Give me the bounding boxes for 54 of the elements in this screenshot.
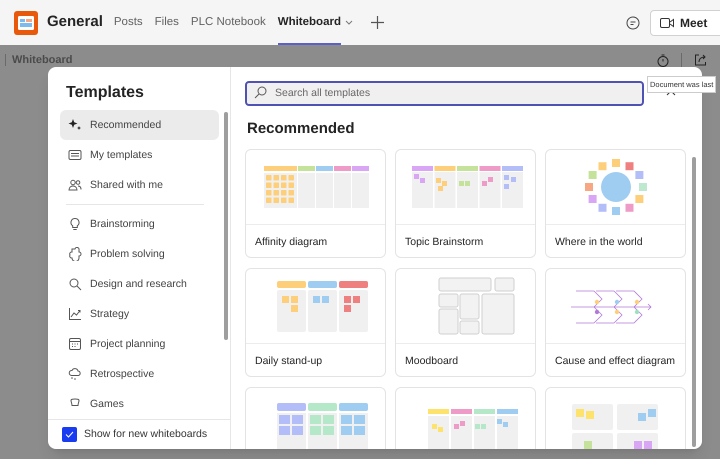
card-title: Cause and effect diagram <box>554 354 676 368</box>
checkbox-label: Show for new whiteboards <box>84 426 208 442</box>
template-card[interactable]: Daily stand-up <box>245 268 386 376</box>
timer-icon[interactable] <box>657 54 669 66</box>
search-icon <box>254 86 267 99</box>
template-card[interactable]: Topic Brainstorm <box>395 148 536 258</box>
card-title: Where in the world <box>554 234 644 250</box>
sidebar-item[interactable]: Project planning <box>60 329 219 360</box>
sidebar-item[interactable]: Retrospective <box>60 359 219 390</box>
channel-tab[interactable]: Posts <box>114 0 143 45</box>
sidebar-item[interactable]: Games <box>60 389 219 420</box>
sidebar-item[interactable]: Design and research <box>60 269 219 300</box>
card-title: Daily stand-up <box>254 354 324 368</box>
whiteboard-title: Whiteboard <box>12 52 72 68</box>
chat-bubble-icon[interactable] <box>626 16 640 30</box>
search-field[interactable]: Search all templates <box>245 80 644 106</box>
video-camera-icon <box>660 18 674 28</box>
puzzle-icon <box>68 247 82 262</box>
template-card[interactable]: Where in the world <box>545 148 686 258</box>
card-title: Affinity diagram <box>254 234 328 250</box>
template-card[interactable]: Moodboard <box>395 268 536 376</box>
people-icon <box>68 178 82 192</box>
search-icon <box>68 277 82 292</box>
line-chart-icon <box>68 307 82 322</box>
sidebar-item[interactable]: Recommended <box>60 110 219 140</box>
cloud-icon <box>68 367 82 382</box>
channel-tab[interactable]: Files <box>154 0 179 45</box>
checkbox[interactable] <box>62 427 77 442</box>
scrollbar-thumb[interactable] <box>224 112 228 340</box>
lightbulb-icon <box>68 217 82 232</box>
sidebar-item[interactable]: My templates <box>60 140 219 170</box>
sidebar-item[interactable]: Brainstorming <box>60 209 219 240</box>
scrollbar-thumb[interactable] <box>692 157 696 447</box>
channel-tab[interactable]: Whiteboard <box>278 0 341 45</box>
add-tab-icon[interactable] <box>370 16 384 29</box>
checkmark-icon <box>65 431 74 438</box>
chevron-down-icon[interactable] <box>344 20 353 25</box>
dialog-title: Templates <box>65 83 145 103</box>
section-title: Recommended <box>247 119 356 139</box>
template-card[interactable]: Affinity diagram <box>245 148 386 258</box>
meet-button[interactable]: Meet <box>650 10 720 36</box>
sidebar-item[interactable]: Shared with me <box>60 170 219 200</box>
sparkle-icon <box>68 118 82 132</box>
template-icon <box>68 148 82 162</box>
calendar-icon <box>68 337 82 352</box>
channel-name: General <box>47 12 103 32</box>
template-card[interactable]: Cause and effect diagram <box>545 268 686 376</box>
share-icon[interactable] <box>694 54 707 66</box>
card-title: Moodboard <box>404 354 460 368</box>
card-title: Topic Brainstorm <box>404 234 484 250</box>
channel-tab[interactable]: PLC Notebook <box>190 0 266 45</box>
app-logo-icon <box>14 10 38 34</box>
sidebar-item[interactable]: Strategy <box>60 299 219 330</box>
sidebar-item[interactable]: Problem solving <box>60 239 219 270</box>
